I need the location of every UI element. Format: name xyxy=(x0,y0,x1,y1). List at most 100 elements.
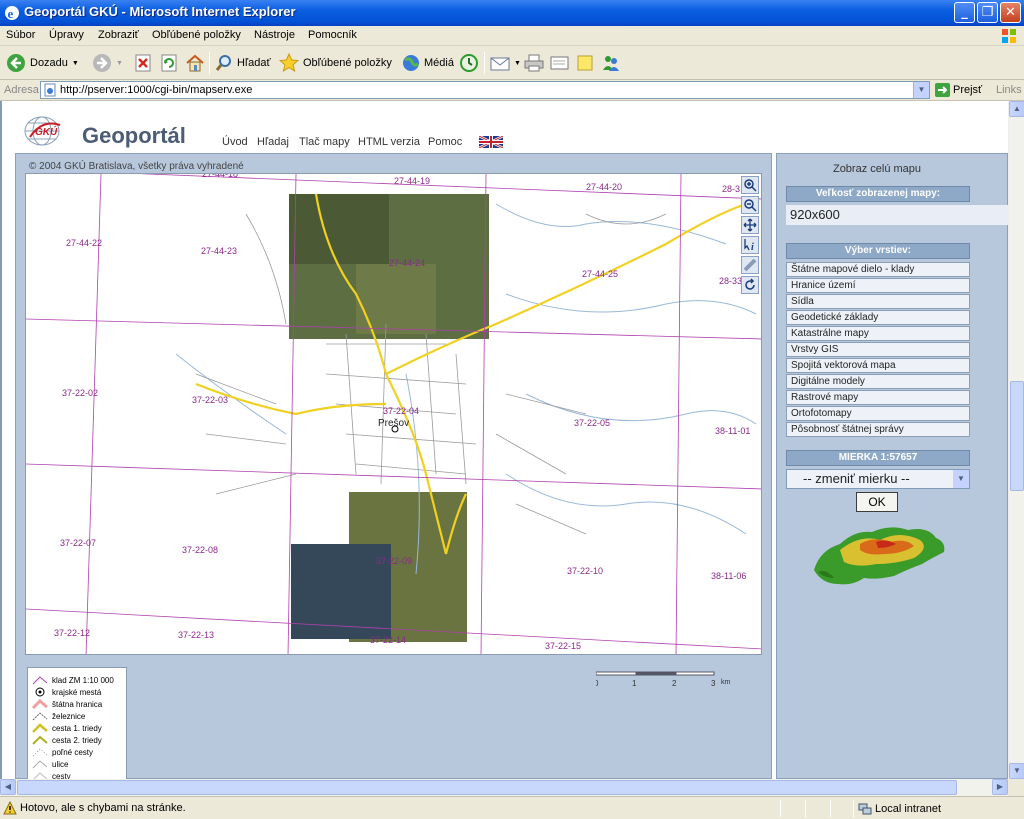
warning-icon[interactable] xyxy=(3,801,17,815)
search-label: Hľadať xyxy=(237,57,271,69)
edit-page-icon xyxy=(550,56,569,70)
refresh-button[interactable] xyxy=(160,52,178,74)
scale-header: MIERKA 1:57657 xyxy=(786,450,970,466)
map-view[interactable]: 27-44-18 27-44-19 27-44-20 28-3 27-44-22… xyxy=(25,173,762,655)
messenger-button[interactable] xyxy=(601,52,621,74)
nav-html-version[interactable]: HTML verzia xyxy=(358,136,420,148)
zoom-out-icon xyxy=(744,199,757,212)
refresh-map-button[interactable] xyxy=(741,276,759,294)
chevron-down-icon[interactable]: ▼ xyxy=(953,470,969,488)
forward-dropdown-icon[interactable]: ▼ xyxy=(116,60,123,67)
vertical-scrollbar[interactable]: ▲ ▼ xyxy=(1008,101,1024,779)
search-button[interactable]: Hľadať xyxy=(215,52,271,74)
nav-help[interactable]: Pomoc xyxy=(428,136,462,148)
sheet-label: 27-44-23 xyxy=(201,246,237,256)
layer-button[interactable]: Rastrové mapy xyxy=(786,390,970,405)
scroll-up-button[interactable]: ▲ xyxy=(1009,101,1024,117)
search-icon xyxy=(215,55,231,71)
zoom-in-button[interactable] xyxy=(741,176,759,194)
sheet-label: 37-22-02 xyxy=(62,388,98,398)
forward-arrow-icon xyxy=(93,54,111,72)
sheet-label: 27-44-25 xyxy=(582,269,618,279)
menu-favorites[interactable]: Obľúbené položky xyxy=(152,29,241,41)
title-bar: e Geoportál GKÚ - Microsoft Internet Exp… xyxy=(0,0,1024,26)
mail-button[interactable]: ▼ xyxy=(490,52,521,74)
nav-search[interactable]: Hľadaj xyxy=(257,136,289,148)
address-input[interactable]: http://pserver:1000/cgi-bin/mapserv.exe … xyxy=(40,81,930,99)
nav-print[interactable]: Tlač mapy xyxy=(299,136,350,148)
menu-help[interactable]: Pomocník xyxy=(308,29,357,41)
favorites-label: Obľúbené položky xyxy=(303,57,392,69)
layer-button[interactable]: Ortofotomapy xyxy=(786,406,970,421)
legend-label: štátna hranica xyxy=(52,699,103,709)
railway-line-icon xyxy=(32,712,48,721)
grid-line-icon xyxy=(32,676,48,685)
mail-dropdown-icon[interactable]: ▼ xyxy=(514,60,521,67)
security-zone[interactable]: Local intranet xyxy=(858,802,941,816)
forward-button[interactable]: ▼ xyxy=(92,52,123,74)
menu-file[interactable]: Súbor xyxy=(6,29,35,41)
restore-button[interactable]: ❐ xyxy=(977,2,998,23)
layer-button[interactable]: Spojitá vektorová mapa xyxy=(786,358,970,373)
scale-tick: 3 xyxy=(711,679,716,688)
layer-button[interactable]: Geodetické základy xyxy=(786,310,970,325)
scale-unit: km xyxy=(721,679,731,686)
scroll-down-button[interactable]: ▼ xyxy=(1009,763,1024,779)
zoom-out-button[interactable] xyxy=(741,196,759,214)
address-dropdown-icon[interactable]: ▼ xyxy=(913,82,929,98)
links-toolbar[interactable]: Links xyxy=(996,84,1022,96)
layer-button[interactable]: Vrstvy GIS xyxy=(786,342,970,357)
vertical-scroll-thumb[interactable] xyxy=(1010,381,1024,491)
minimize-button[interactable]: _ xyxy=(954,2,975,23)
legend-label: ulice xyxy=(52,759,69,769)
map-size-value[interactable]: 920x600 xyxy=(786,205,1008,225)
measure-button[interactable] xyxy=(741,256,759,274)
menu-view[interactable]: Zobraziť xyxy=(98,29,139,41)
page-header: GKÚ Geoportál Úvod Hľadaj Tlač mapy HTML… xyxy=(2,101,1008,153)
stop-icon xyxy=(135,54,151,72)
nav-intro[interactable]: Úvod xyxy=(222,136,248,148)
layer-button[interactable]: Sídla xyxy=(786,294,970,309)
pan-button[interactable] xyxy=(741,216,759,234)
scroll-left-button[interactable]: ◀ xyxy=(0,779,16,795)
sheet-label: 37-22-05 xyxy=(574,418,610,428)
layer-button[interactable]: Digitálne modely xyxy=(786,374,970,389)
discuss-button[interactable] xyxy=(576,52,594,74)
media-button[interactable]: Médiá xyxy=(402,52,454,74)
close-button[interactable]: ✕ xyxy=(1000,2,1021,23)
page-icon xyxy=(44,83,56,97)
layer-button[interactable]: Katastrálne mapy xyxy=(786,326,970,341)
menu-tools[interactable]: Nástroje xyxy=(254,29,295,41)
horizontal-scrollbar[interactable]: ◀ ▶ xyxy=(0,779,1008,796)
window-title: Geoportál GKÚ - Microsoft Internet Explo… xyxy=(24,4,296,19)
status-separator xyxy=(853,800,854,817)
layer-button[interactable]: Pôsobnosť štátnej správy xyxy=(786,422,970,437)
road-2-icon xyxy=(32,735,48,745)
horizontal-scroll-thumb[interactable] xyxy=(17,780,957,795)
go-button[interactable]: Prejsť xyxy=(935,83,982,97)
layer-button[interactable]: Štátne mapové dielo - klady xyxy=(786,262,970,277)
uk-flag-icon[interactable] xyxy=(479,136,503,148)
layer-button[interactable]: Hranice území xyxy=(786,278,970,293)
legend-label: cesta 2. triedy xyxy=(52,735,102,745)
back-dropdown-icon[interactable]: ▼ xyxy=(72,60,79,67)
overview-map[interactable] xyxy=(810,520,948,592)
info-icon: i xyxy=(744,239,754,252)
scale-select[interactable]: -- zmeniť mierku -- ▼ xyxy=(786,469,970,489)
scroll-right-button[interactable]: ▶ xyxy=(992,779,1008,795)
windows-logo-icon xyxy=(1002,29,1016,43)
map-canvas[interactable]: 27-44-18 27-44-19 27-44-20 28-3 27-44-22… xyxy=(26,174,762,655)
edit-button[interactable] xyxy=(550,52,570,74)
back-button[interactable]: Dozadu ▼ xyxy=(6,52,79,74)
sheet-label: 37-22-13 xyxy=(178,630,214,640)
info-button[interactable]: i xyxy=(741,236,759,254)
favorites-button[interactable]: Obľúbené položky xyxy=(279,52,392,74)
history-button[interactable] xyxy=(459,52,479,74)
stop-button[interactable] xyxy=(134,52,152,74)
ok-button[interactable]: OK xyxy=(856,492,898,512)
note-icon xyxy=(577,55,593,71)
home-button[interactable] xyxy=(185,52,205,74)
print-button[interactable] xyxy=(524,52,544,74)
menu-edit[interactable]: Úpravy xyxy=(49,29,84,41)
show-full-map-link[interactable]: Zobraz celú mapu xyxy=(777,163,977,175)
